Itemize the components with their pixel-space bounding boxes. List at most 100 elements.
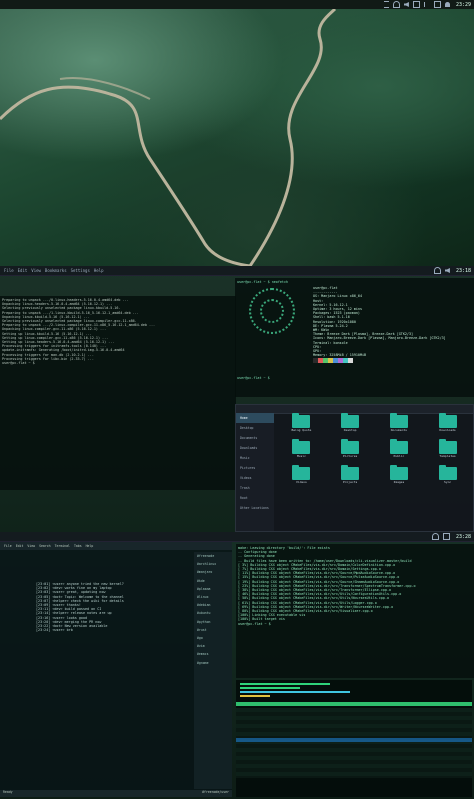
network-icon[interactable] — [392, 1, 400, 8]
channel-item[interactable]: #plasma — [194, 585, 232, 593]
folder-item[interactable]: Music — [278, 439, 325, 465]
clipboard-icon[interactable] — [433, 1, 441, 8]
menu-file[interactable]: File — [4, 268, 14, 273]
road-illustration — [0, 9, 337, 266]
sidebar-item[interactable]: Videos — [236, 473, 274, 483]
channel-item[interactable]: #gnome — [194, 659, 232, 667]
prompt-line: user@pc-flat ~ $ neofetch — [237, 280, 289, 284]
sidebar-item[interactable]: Documents — [236, 433, 274, 443]
cpu-bar — [240, 683, 330, 685]
wallpaper — [0, 9, 474, 266]
desktop-panel-1: 23:29 — [0, 0, 474, 266]
folder-item[interactable]: Projects — [327, 465, 374, 491]
notifications-icon[interactable] — [444, 2, 450, 7]
channel-item[interactable]: #debian — [194, 601, 232, 609]
terminal-apt-output[interactable]: Preparing to unpack .../0-linux-headers-… — [0, 296, 236, 490]
neofetch-info: user@pc-flat ------------ OS: Manjaro Linu… — [313, 286, 446, 357]
folder-icon — [389, 413, 408, 428]
irc-channel-list: #freenode #archlinux #manjaro #kde #plasma #l… — [194, 552, 232, 789]
channel-item[interactable]: #vim — [194, 642, 232, 650]
folder-item[interactable]: Documents — [376, 413, 423, 439]
menu-icon[interactable] — [383, 1, 389, 8]
manjaro-logo-inner — [260, 299, 284, 323]
terminal-neofetch[interactable]: user@pc-flat ~ $ neofetch user@pc-flat --… — [235, 278, 474, 397]
folder-label: Templates — [439, 454, 456, 458]
sidebar-item[interactable]: Trash — [236, 483, 274, 493]
sidebar-item[interactable]: Music — [236, 453, 274, 463]
menu-terminal[interactable]: Terminal — [55, 544, 70, 548]
bluetooth-icon[interactable] — [423, 2, 430, 7]
folder-item[interactable]: Templates — [424, 439, 471, 465]
folder-icon — [438, 439, 457, 454]
folder-item[interactable]: Images — [376, 465, 423, 491]
menu-edit[interactable]: Edit — [18, 268, 28, 273]
network-icon[interactable] — [431, 533, 439, 540]
channel-item[interactable]: #freenode — [194, 552, 232, 560]
volume-icon[interactable] — [403, 2, 409, 7]
htop-selected-row[interactable] — [236, 738, 472, 742]
menu-file[interactable]: File — [4, 544, 12, 548]
file-manager-grid: Being Quote Desktop Documents Downloads Musi… — [278, 413, 471, 529]
swap-bar — [240, 695, 270, 697]
menu-view[interactable]: View — [31, 268, 41, 273]
folder-icon — [341, 439, 360, 454]
folder-label: Music — [296, 454, 306, 458]
clock[interactable]: 23:18 — [456, 268, 471, 274]
folder-icon — [389, 439, 408, 454]
folder-label: Downloads — [439, 428, 456, 432]
volume-icon[interactable] — [444, 268, 450, 273]
battery-icon[interactable] — [442, 533, 450, 540]
battery-icon[interactable] — [412, 1, 420, 8]
channel-item[interactable]: #ubuntu — [194, 609, 232, 617]
channel-item[interactable]: #rust — [194, 626, 232, 634]
folder-item[interactable]: Sync — [424, 465, 471, 491]
folder-item[interactable]: Being Quote — [278, 413, 325, 439]
sidebar-item[interactable]: Root — [236, 493, 274, 503]
menu-help[interactable]: Help — [94, 268, 104, 273]
folder-icon — [292, 465, 311, 480]
terminal-menubar: File Edit View Bookmarks Settings Help — [0, 268, 104, 273]
clock[interactable]: 23:28 — [456, 534, 471, 540]
channel-item[interactable]: #linux — [194, 593, 232, 601]
sidebar-item[interactable]: Desktop — [236, 423, 274, 433]
menu-tabs[interactable]: Tabs — [74, 544, 82, 548]
sidebar-item[interactable]: Downloads — [236, 443, 274, 453]
desktop-panel-3: 23:28 File Edit View Search Terminal Tab… — [0, 532, 474, 799]
menu-search[interactable]: Search — [39, 544, 51, 548]
channel-item[interactable]: #go — [194, 634, 232, 642]
irc-messages: [23:01] <user> anyone tried the new kern… — [36, 582, 186, 632]
network-icon[interactable] — [433, 267, 441, 274]
folder-label: Images — [393, 480, 405, 484]
menu-help[interactable]: Help — [86, 544, 94, 548]
sidebar-item[interactable]: Pictures — [236, 463, 274, 473]
neofetch-line: Memory: 3258MiB / 15910MiB — [313, 353, 367, 358]
terminal-build[interactable]: make: Leaving directory 'build/': File e… — [236, 544, 474, 678]
folder-icon — [438, 465, 457, 480]
prompt-line-2: user@pc-flat ~ $ — [237, 376, 270, 380]
channel-item[interactable]: #python — [194, 618, 232, 626]
clock[interactable]: 23:29 — [456, 2, 471, 8]
menu-bookmarks[interactable]: Bookmarks — [45, 268, 67, 273]
terminal-htop[interactable] — [236, 680, 472, 797]
folder-label: Documents — [390, 428, 407, 432]
menu-view[interactable]: View — [27, 544, 35, 548]
folder-item[interactable]: Videos — [278, 465, 325, 491]
channel-item[interactable]: #kde — [194, 577, 232, 585]
folder-item[interactable]: Downloads — [424, 413, 471, 439]
channel-item[interactable]: #emacs — [194, 650, 232, 658]
menu-settings[interactable]: Settings — [71, 268, 90, 273]
file-manager-sidebar: Home Desktop Documents Downloads Music Pictur… — [236, 413, 274, 531]
sidebar-item[interactable]: Home — [236, 413, 274, 423]
color-palette — [313, 358, 353, 364]
menu-edit[interactable]: Edit — [16, 544, 24, 548]
file-manager-window[interactable]: Home Desktop Documents Downloads Music Pictur… — [235, 404, 474, 532]
folder-label: Projects — [342, 480, 358, 484]
folder-item[interactable]: Public — [376, 439, 423, 465]
folder-item[interactable]: Desktop — [327, 413, 374, 439]
channel-item[interactable]: #archlinux — [194, 560, 232, 568]
folder-item[interactable]: Pictures — [327, 439, 374, 465]
irc-message: [23:24] <user> brb — [36, 628, 73, 633]
sidebar-item[interactable]: Other Locations — [236, 503, 274, 513]
irc-client[interactable]: File Edit View Search Terminal Tabs Help… — [0, 542, 232, 797]
channel-item[interactable]: #manjaro — [194, 568, 232, 576]
